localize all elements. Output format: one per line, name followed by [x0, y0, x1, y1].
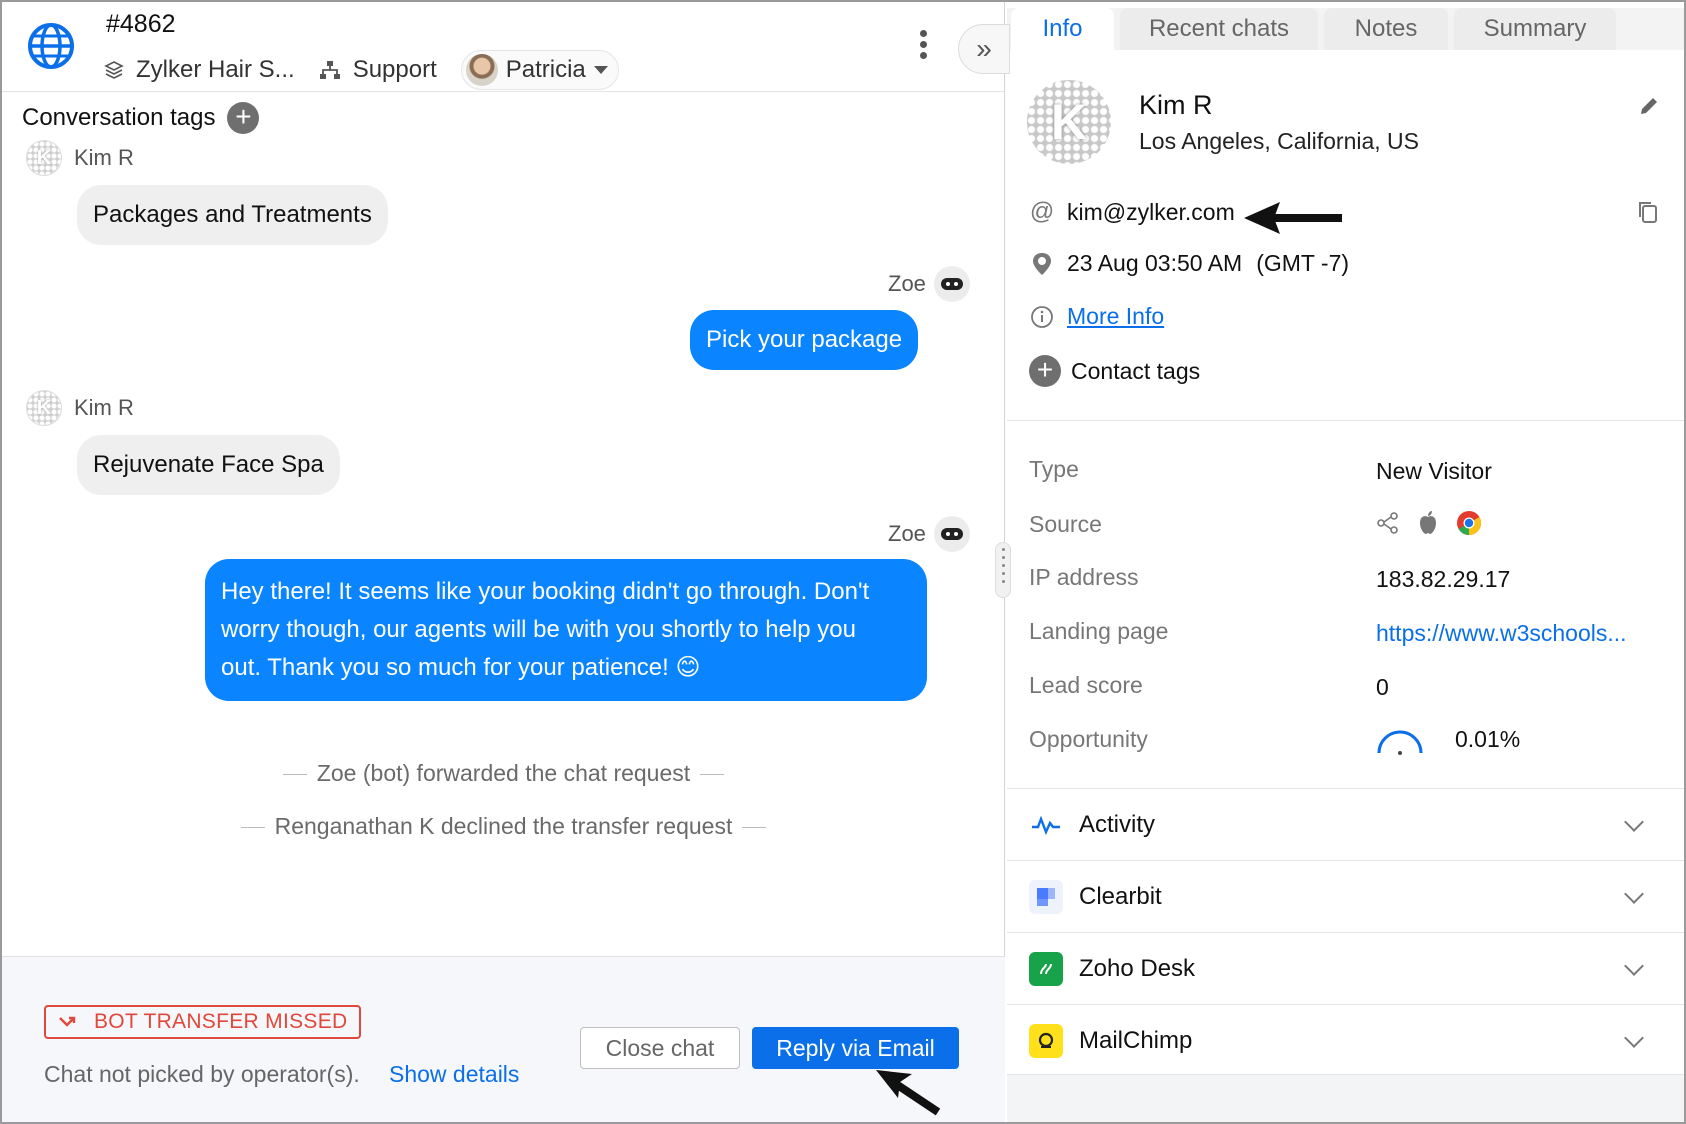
reply-via-email-button[interactable]: Reply via Email	[752, 1027, 959, 1069]
clearbit-icon	[1029, 879, 1063, 914]
conversation-tags-label: Conversation tags	[22, 104, 216, 131]
missed-call-icon	[59, 1016, 76, 1027]
email-row: @ kim@zylker.com	[1029, 198, 1235, 226]
contact-tags-label: Contact tags	[1071, 357, 1201, 384]
source-label: Source	[1029, 511, 1102, 537]
contact-tags-row: + Contact tags	[1029, 355, 1200, 387]
activity-icon	[1029, 808, 1063, 842]
annotation-arrow-icon	[1244, 202, 1342, 234]
brand-name: Zylker Hair S...	[136, 56, 295, 83]
status-badge: BOT TRANSFER MISSED	[44, 1005, 362, 1039]
more-info-link[interactable]: More Info	[1067, 303, 1164, 330]
type-label: Type	[1029, 456, 1079, 482]
chrome-icon	[1457, 511, 1482, 535]
divider	[1007, 420, 1684, 421]
opportunity-value: 0.01%	[1455, 726, 1521, 752]
bot-icon	[933, 516, 970, 552]
chat-footer: BOT TRANSFER MISSED Chat not picked by o…	[2, 956, 1005, 1122]
contact-email[interactable]: kim@zylker.com	[1067, 199, 1235, 226]
accordion-mailchimp[interactable]: MailChimp	[1007, 1004, 1684, 1076]
ip-label: IP address	[1029, 564, 1139, 590]
opportunity-gauge	[1377, 730, 1423, 755]
chevron-down-icon	[1624, 956, 1644, 976]
source-icons	[1376, 510, 1498, 536]
resize-handle[interactable]	[995, 542, 1011, 598]
more-options-icon[interactable]	[920, 30, 928, 62]
visitor-message: Rejuvenate Face Spa	[77, 435, 340, 495]
conversation-meta: Zylker Hair S... Support Patricia	[104, 50, 619, 90]
apple-icon	[1420, 511, 1436, 534]
agent-name: Patricia	[505, 56, 586, 83]
department-item[interactable]: Support	[319, 56, 437, 84]
system-event: Renganathan K declined the transfer requ…	[2, 813, 1005, 840]
chevron-down-icon	[1624, 884, 1644, 904]
at-icon: @	[1029, 198, 1055, 225]
chat-pane: #4862 Zylker Hair S... Support Patricia	[2, 2, 1005, 1122]
message-author: K Kim R	[26, 390, 134, 426]
visitor-avatar: K	[26, 390, 62, 426]
more-info-row: More Info	[1029, 303, 1164, 330]
chat-header: #4862 Zylker Hair S... Support Patricia	[2, 2, 1005, 92]
conversation-id: #4862	[106, 10, 176, 38]
chevron-down-icon	[1624, 812, 1644, 832]
bot-message: Hey there! It seems like your booking di…	[205, 559, 927, 701]
accordion-clearbit[interactable]: Clearbit	[1007, 860, 1684, 932]
tab-info[interactable]: Info	[1011, 8, 1114, 50]
contact-time: 23 Aug 03:50 AM	[1067, 250, 1243, 276]
info-pane: Info Recent chats Notes Summary K Kim R …	[1007, 2, 1684, 1122]
type-value: New Visitor	[1376, 458, 1492, 484]
accordion-zoho-desk[interactable]: Zoho Desk	[1007, 932, 1684, 1004]
add-contact-tag-icon[interactable]: +	[1029, 355, 1061, 387]
caret-down-icon	[593, 66, 608, 74]
department-icon	[319, 61, 340, 79]
message-author: K Kim R	[26, 140, 134, 176]
status-note: Chat not picked by operator(s).	[44, 1061, 360, 1087]
visitor-avatar: K	[26, 140, 62, 176]
info-tabs: Info Recent chats Notes Summary	[1007, 8, 1684, 50]
location-time-icon	[1033, 252, 1051, 275]
bot-icon	[933, 266, 970, 302]
message-author: Zoe	[888, 266, 970, 302]
system-event: Zoe (bot) forwarded the chat request	[2, 760, 1005, 787]
accordion-activity[interactable]: Activity	[1007, 788, 1684, 860]
contact-name: Kim R	[1139, 90, 1213, 120]
globe-icon	[28, 23, 74, 69]
visitor-message: Packages and Treatments	[77, 185, 388, 245]
ip-value: 183.82.29.17	[1376, 566, 1511, 592]
brand-item[interactable]: Zylker Hair S...	[104, 56, 295, 84]
add-tag-icon[interactable]: +	[227, 102, 260, 134]
copy-icon[interactable]	[1637, 200, 1659, 224]
message-author: Zoe	[888, 516, 970, 552]
tab-notes[interactable]: Notes	[1324, 8, 1448, 50]
contact-timezone: (GMT -7)	[1256, 250, 1350, 276]
chevron-down-icon	[1624, 1028, 1644, 1048]
panel-footer	[1007, 1074, 1684, 1122]
contact-avatar: K	[1027, 80, 1111, 164]
lead-score-value: 0	[1376, 674, 1389, 700]
close-chat-button[interactable]: Close chat	[580, 1027, 740, 1069]
mailchimp-icon	[1029, 1023, 1063, 1058]
bot-message: Pick your package	[690, 310, 919, 370]
opportunity-label: Opportunity	[1029, 726, 1148, 752]
info-icon	[1031, 305, 1053, 328]
time-row: 23 Aug 03:50 AM (GMT -7)	[1029, 250, 1349, 277]
conversation-tags-bar: Conversation tags +	[2, 92, 1005, 144]
department-name: Support	[352, 56, 437, 83]
agent-selector[interactable]: Patricia	[460, 50, 619, 90]
contact-location: Los Angeles, California, US	[1139, 128, 1419, 154]
layers-icon	[104, 61, 124, 79]
collapse-panel-icon[interactable]: »	[958, 24, 1010, 74]
landing-label: Landing page	[1029, 618, 1169, 644]
share-icon	[1377, 512, 1398, 534]
edit-icon[interactable]	[1637, 94, 1661, 118]
agent-avatar	[465, 54, 498, 86]
show-details-link[interactable]: Show details	[389, 1061, 519, 1088]
tab-recent-chats[interactable]: Recent chats	[1120, 8, 1318, 50]
lead-score-label: Lead score	[1029, 672, 1143, 698]
landing-link[interactable]: https://www.w3schools...	[1376, 620, 1627, 647]
zoho-desk-icon	[1029, 951, 1063, 986]
tab-summary[interactable]: Summary	[1454, 8, 1616, 50]
app-window: #4862 Zylker Hair S... Support Patricia	[0, 0, 1686, 1124]
annotation-arrow-icon	[876, 1070, 941, 1116]
